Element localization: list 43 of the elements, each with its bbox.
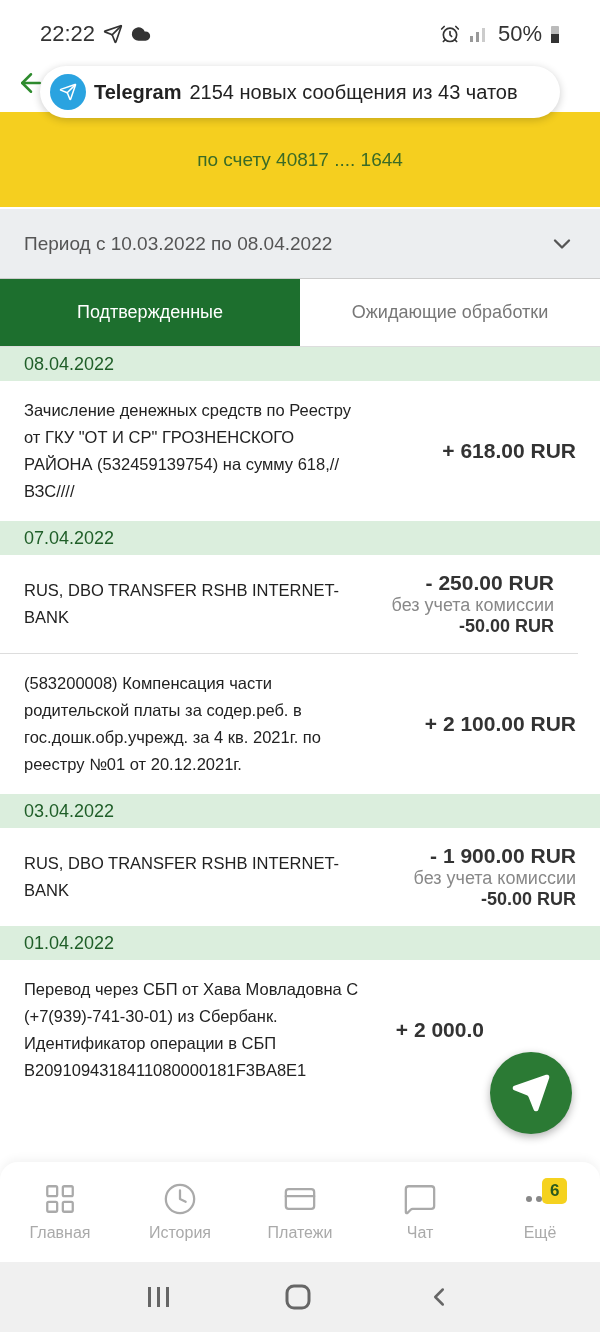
period-text: Период с 10.03.2022 по 08.04.2022 [24,232,334,255]
battery-icon [550,24,560,44]
commission-note: без учета комиссии [391,595,554,616]
transaction-amount: - 250.00 RUR [425,571,554,595]
date-header: 01.04.2022 [0,926,600,960]
commission-note: без учета комиссии [413,868,576,889]
chat-icon [403,1182,437,1216]
home-icon[interactable] [285,1284,311,1310]
transaction-amount: + 2 100.00 RUR [424,712,576,736]
nav-item[interactable]: Чат [360,1162,480,1262]
tab[interactable]: Подтвержденные [0,279,300,347]
nav-item[interactable]: Ещё 6 [480,1162,600,1262]
more-icon [526,1196,542,1202]
nav-item[interactable]: История [120,1162,240,1262]
notification-banner[interactable]: Telegram 2154 новых сообщения из 43 чатов [40,66,560,118]
alarm-icon [439,24,460,44]
transaction-description: RUS, DBO TRANSFER RSHB INTERNET-BANK [24,853,341,901]
transaction-description: Перевод через СБП от Хава Мовладовна С (+7(939)-741-30-01) из Сбербанк. Идентификатор операции в СБП B2091094318411080000181F3BA8E1 [24,979,359,1081]
history-icon [163,1182,197,1216]
transaction-description: Зачисление денежных средств по Реестру от ГКУ "ОТ И СР" ГРОЗНЕНСКОГО РАЙОНА (532459139754) на сумму 618,// ВЗС//// [24,400,352,502]
home-icon [43,1182,77,1216]
period-selector[interactable]: Период с 10.03.2022 по 08.04.2022 [0,209,600,279]
commission-amount: -50.00 RUR [458,616,554,637]
notification-text: 2154 новых сообщения из 43 чатов [189,80,518,104]
nav-item[interactable]: Главная [0,1162,120,1262]
status-time: 22:22 [40,21,96,47]
transaction-description: RUS, DBO TRANSFER RSHB INTERNET-BANK [24,580,341,628]
commission-amount: -50.00 RUR [480,889,576,910]
transaction-description: (583200008) Компенсация части родительской платы за содер.реб. в гос.дошк.обр.учрежд. за 4 кв. 2021г. по реестру №01 от 20.12.2021г. [24,673,322,775]
transaction-amount: + 618.00 RUR [442,439,576,463]
send-button[interactable] [490,1052,572,1134]
count-badge: 6 [542,1178,568,1204]
account-number: по счету 40817 .... 1644 [197,148,403,171]
cloud-icon [131,24,152,44]
nav-item[interactable]: Платежи [240,1162,360,1262]
notification-app: Telegram [94,80,182,104]
date-header: 08.04.2022 [0,347,600,381]
paper-plane-icon [511,1073,551,1113]
date-header: 07.04.2022 [0,521,600,555]
transaction-amount: - 1 900.00 RUR [430,844,576,868]
date-header: 03.04.2022 [0,794,600,828]
transaction-amount: + 2 000.0 [395,1018,484,1042]
battery-level: 50% [497,21,542,47]
